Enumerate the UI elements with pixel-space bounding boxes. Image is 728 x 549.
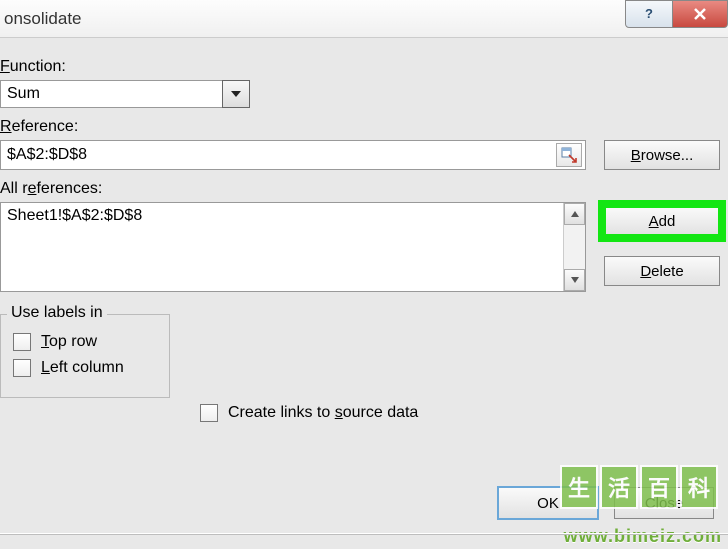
ok-button[interactable]: OK [498,487,598,519]
function-dropdown[interactable] [0,80,250,108]
top-row-checkbox[interactable] [13,333,31,351]
left-column-checkbox[interactable] [13,359,31,377]
close-button[interactable]: Close [614,487,714,519]
reference-label: Reference: [0,118,720,136]
list-item[interactable]: Sheet1!$A$2:$D$8 [7,207,557,225]
help-button[interactable]: ? [625,0,673,28]
watermark-url: www.bimeiz.com [564,526,722,547]
create-links-label: Create links to source data [228,404,418,422]
function-value[interactable] [0,80,222,108]
all-references-label: All references: [0,180,720,198]
top-row-label: Top row [41,333,97,351]
function-label: FFunction:unction: [0,58,720,76]
scroll-up-icon[interactable] [564,203,585,225]
close-window-button[interactable] [672,0,728,28]
svg-text:?: ? [645,6,653,21]
footer-divider [0,533,728,535]
left-column-label: Left column [41,359,124,377]
create-links-row: Create links to source data [200,404,418,422]
titlebar: onsolidate ? [0,0,728,38]
scroll-down-icon[interactable] [564,269,585,291]
delete-button[interactable]: DDeleteelete [604,256,720,286]
dropdown-arrow-icon[interactable] [222,80,250,108]
dialog-title: onsolidate [4,9,82,29]
scrollbar[interactable] [563,203,585,291]
use-labels-fieldset: Use labels in Top row Left column [0,314,170,398]
reference-input-container [0,140,586,170]
reference-input[interactable] [1,144,556,166]
all-references-list[interactable]: Sheet1!$A$2:$D$8 [0,202,586,292]
range-selector-icon[interactable] [556,143,582,167]
browse-button[interactable]: BBrowse...rowse... [604,140,720,170]
create-links-checkbox[interactable] [200,404,218,422]
fieldset-legend: Use labels in [7,304,107,322]
add-button[interactable]: AAdddd [604,206,720,236]
dialog-footer: OK Close [498,487,714,519]
titlebar-buttons: ? [625,0,728,37]
